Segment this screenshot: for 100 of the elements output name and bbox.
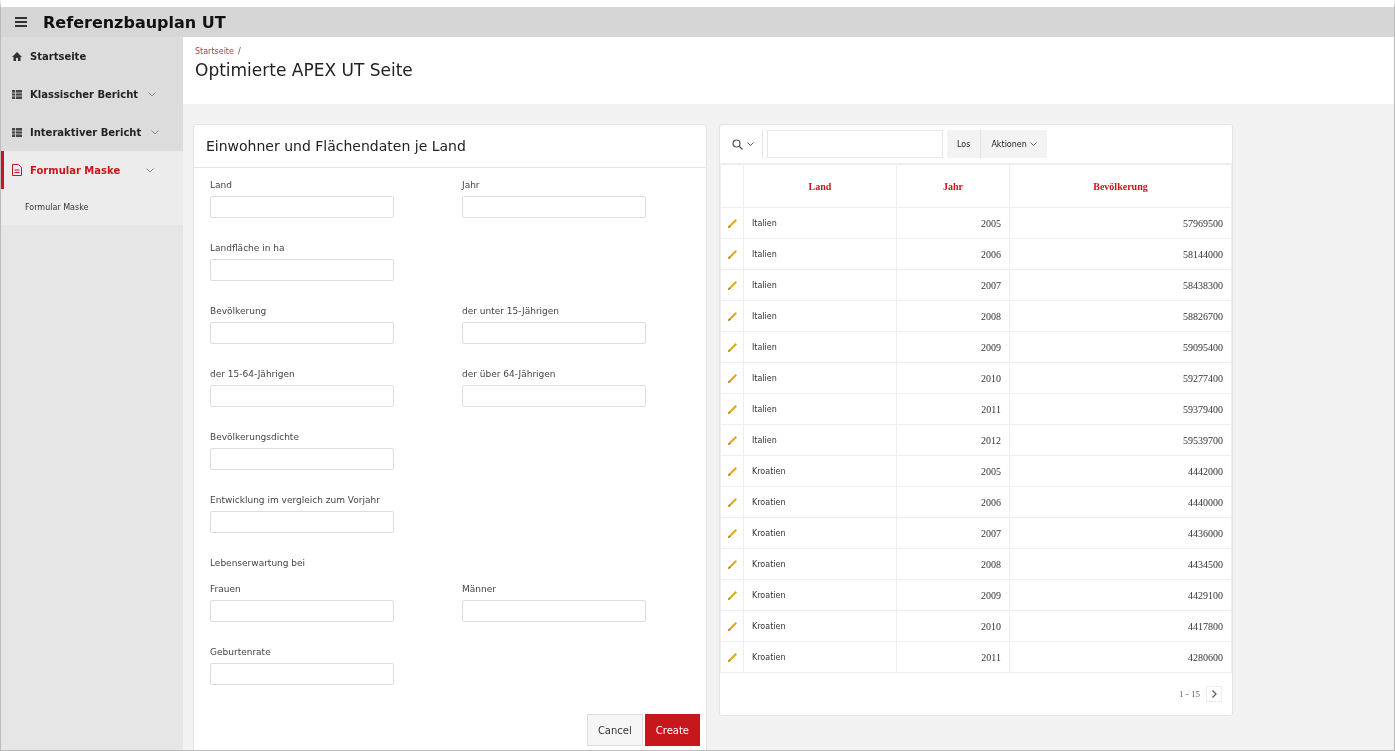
page-title: Optimierte APEX UT Seite	[195, 60, 414, 80]
sidebar-item[interactable]: Klassischer Bericht	[1, 75, 183, 113]
table-cell: Kroatien	[743, 517, 897, 549]
cancel-button[interactable]: Cancel	[586, 714, 643, 746]
pencil-icon[interactable]	[726, 558, 738, 570]
table-cell: Kroatien	[743, 455, 897, 487]
input-field[interactable]	[210, 511, 394, 533]
table-cell: 2012	[896, 424, 1010, 456]
table-cell: Kroatien	[743, 579, 897, 611]
input-field[interactable]	[210, 663, 394, 685]
chevron-icon	[747, 142, 754, 146]
table-cell: 58438300	[1009, 269, 1232, 301]
field-label: Bevölkerungsdichte	[210, 432, 300, 442]
table-cell: 59095400	[1009, 331, 1232, 363]
sidebar-item[interactable]: Interaktiver Bericht	[1, 113, 183, 151]
table-cell: 2011	[896, 393, 1010, 425]
chevron-icon	[148, 91, 157, 97]
table-cell: 4417800	[1009, 610, 1232, 642]
table-cell: 2006	[896, 238, 1010, 270]
table-cell: Kroatien	[743, 641, 897, 673]
chevron-icon	[146, 167, 155, 173]
column-header[interactable]: Land	[743, 164, 897, 208]
table-cell: Italien	[743, 331, 897, 363]
table-cell: 58144000	[1009, 238, 1232, 270]
table-cell: 59277400	[1009, 362, 1232, 394]
field-label: der über 64-Jährigen	[462, 369, 557, 379]
pencil-icon[interactable]	[726, 527, 738, 539]
sidebar-item[interactable]: Formular Maske	[1, 151, 183, 189]
table-cell: 2009	[896, 579, 1010, 611]
search-icon	[732, 138, 743, 150]
table-icon	[12, 89, 22, 99]
pencil-icon[interactable]	[726, 372, 738, 384]
field-label: der 15-64-Jährigen	[210, 369, 296, 379]
menu-icon[interactable]	[15, 17, 27, 27]
input-field[interactable]	[210, 259, 394, 281]
pagination-range: 1 - 15	[1179, 689, 1200, 699]
table-cell: Italien	[743, 238, 897, 270]
table-cell: Italien	[743, 424, 897, 456]
table-cell: Italien	[743, 269, 897, 301]
table-cell: 4429100	[1009, 579, 1232, 611]
table-cell: 2008	[896, 548, 1010, 580]
field-label: Männer	[462, 584, 497, 594]
input-field[interactable]	[462, 322, 646, 344]
table-cell: 59539700	[1009, 424, 1232, 456]
table-cell: 2005	[896, 207, 1010, 239]
next-page-button[interactable]	[1206, 686, 1222, 702]
table-cell: 2005	[896, 455, 1010, 487]
table-cell: 2010	[896, 362, 1010, 394]
input-field[interactable]	[210, 448, 394, 470]
pencil-icon[interactable]	[726, 496, 738, 508]
field-label: Jahr	[462, 180, 481, 190]
chevron-right-icon	[1211, 690, 1217, 698]
table-cell: Italien	[743, 300, 897, 332]
breadcrumb-link[interactable]: Startseite	[195, 47, 234, 56]
home-icon	[12, 51, 22, 61]
pencil-icon[interactable]	[726, 434, 738, 446]
table-cell: 59379400	[1009, 393, 1232, 425]
input-field[interactable]	[210, 600, 394, 622]
input-field[interactable]	[462, 385, 646, 407]
table-cell: 2007	[896, 517, 1010, 549]
sidebar-subitem[interactable]: Formular Maske	[1, 189, 183, 225]
input-field[interactable]	[210, 322, 394, 344]
table-cell: Kroatien	[743, 548, 897, 580]
input-field[interactable]	[462, 600, 646, 622]
input-field[interactable]	[210, 385, 394, 407]
table-cell: 2006	[896, 486, 1010, 518]
table-cell: Kroatien	[743, 486, 897, 518]
pencil-icon[interactable]	[726, 341, 738, 353]
pencil-icon[interactable]	[726, 279, 738, 291]
form-section-label: Lebenserwartung bei	[210, 558, 307, 570]
table-cell: 2009	[896, 331, 1010, 363]
table-cell: Kroatien	[743, 610, 897, 642]
column-header[interactable]: Jahr	[896, 164, 1010, 208]
field-label: Frauen	[210, 584, 242, 594]
pencil-icon[interactable]	[726, 310, 738, 322]
input-field[interactable]	[462, 196, 646, 218]
table-cell: 4280600	[1009, 641, 1232, 673]
field-label: Bevölkerung	[210, 306, 268, 316]
column-header[interactable]: Bevölkerung	[1009, 164, 1232, 208]
table-cell: Italien	[743, 207, 897, 239]
create-button[interactable]: Create	[644, 714, 700, 746]
region-title: Einwohner und Flächendaten je Land	[194, 125, 706, 168]
table-cell: 4442000	[1009, 455, 1232, 487]
go-button[interactable]: Los	[947, 130, 981, 158]
pencil-icon[interactable]	[726, 403, 738, 415]
table-cell: 4436000	[1009, 517, 1232, 549]
pencil-icon[interactable]	[726, 248, 738, 260]
table-cell: 58826700	[1009, 300, 1232, 332]
actions-button[interactable]: Aktionen	[980, 130, 1047, 158]
field-label: Land	[210, 180, 233, 190]
pencil-icon[interactable]	[726, 465, 738, 477]
sidebar-item[interactable]: Startseite	[1, 37, 183, 75]
table-cell: Italien	[743, 393, 897, 425]
pencil-icon[interactable]	[726, 620, 738, 632]
table-cell: 4440000	[1009, 486, 1232, 518]
chevron-icon	[151, 129, 160, 135]
pencil-icon[interactable]	[726, 589, 738, 601]
pencil-icon[interactable]	[726, 651, 738, 663]
pencil-icon[interactable]	[726, 217, 738, 229]
input-field[interactable]	[210, 196, 394, 218]
